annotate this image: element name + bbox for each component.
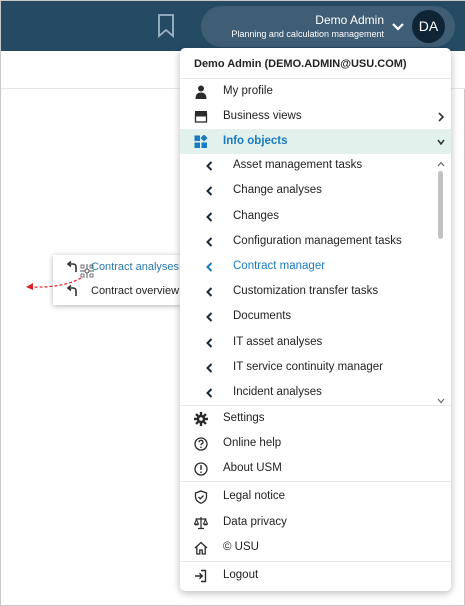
chevron-down-icon — [437, 139, 445, 146]
drag-item-label: Contract analyses — [91, 261, 180, 273]
menu-item-settings[interactable]: Settings — [180, 406, 451, 431]
menu-item-copyright-usu[interactable]: © USU — [180, 535, 451, 560]
chevron-left-icon — [206, 388, 213, 398]
return-arrow-icon — [67, 261, 77, 272]
chevron-left-icon — [206, 363, 213, 373]
info-object-item[interactable]: IT service continuity manager — [180, 355, 451, 380]
person-icon — [195, 85, 207, 99]
menu-item-label: Business views — [223, 110, 302, 122]
menu-item-label: Data privacy — [223, 516, 287, 528]
menu-header-account: Demo Admin (DEMO.ADMIN@USU.COM) — [194, 58, 407, 70]
info-object-label: Contract manager — [233, 260, 326, 272]
menu-item-label: Logout — [223, 569, 259, 581]
user-name: Demo Admin — [315, 13, 384, 27]
info-object-item[interactable]: Asset management tasks — [180, 153, 451, 178]
info-object-label: Incident analyses — [233, 386, 322, 398]
help-circle-icon — [194, 437, 208, 451]
info-object-label: Changes — [233, 210, 280, 222]
chevron-left-icon — [206, 338, 213, 348]
menu-item-legal-notice[interactable]: Legal notice — [180, 484, 451, 509]
menu-item-label: My profile — [223, 85, 273, 97]
menu-item-label: About USM — [223, 462, 282, 474]
chevron-left-icon — [206, 262, 213, 272]
user-menu-button[interactable]: Demo Admin Planning and calculation mana… — [201, 6, 455, 47]
menu-item-logout[interactable]: Logout — [180, 563, 451, 588]
menu-item-business-views[interactable]: Business views — [180, 104, 451, 129]
menu-item-label: Legal notice — [223, 490, 286, 502]
menu-item-my-profile[interactable]: My profile — [180, 79, 451, 104]
menu-item-online-help[interactable]: Online help — [180, 431, 451, 456]
info-object-label: IT asset analyses — [233, 336, 323, 348]
info-object-item[interactable]: Customization transfer tasks — [180, 279, 451, 304]
info-object-label: IT service continuity manager — [233, 361, 383, 373]
user-dropdown-menu: Demo Admin (DEMO.ADMIN@USU.COM) My profi… — [180, 48, 451, 591]
info-object-label: Documents — [233, 310, 292, 322]
bookmark-icon[interactable] — [156, 14, 176, 38]
divider — [180, 481, 451, 482]
user-role: Planning and calculation management — [231, 29, 384, 39]
menu-item-label: Online help — [223, 437, 282, 449]
avatar: DA — [412, 10, 445, 43]
info-circle-icon — [194, 462, 208, 476]
chevron-right-icon — [438, 112, 445, 122]
drag-direction-arrow-icon — [26, 277, 82, 290]
home-icon — [194, 541, 208, 555]
logout-icon — [195, 569, 207, 583]
apps-blocks-icon — [194, 135, 208, 148]
window-stack-icon — [194, 111, 208, 123]
submenu-scrollbar[interactable] — [436, 161, 446, 406]
info-object-label: Customization transfer tasks — [233, 285, 379, 297]
info-object-item[interactable]: Changes — [180, 204, 451, 229]
scale-icon — [194, 517, 208, 530]
gear-icon — [194, 412, 208, 426]
menu-item-info-objects[interactable]: Info objects — [180, 129, 451, 154]
chevron-left-icon — [206, 312, 213, 322]
info-object-item[interactable]: Incident analyses — [180, 380, 451, 405]
menu-item-data-privacy[interactable]: Data privacy — [180, 510, 451, 535]
drag-item-label: Contract overview — [91, 285, 180, 297]
info-object-item[interactable]: Documents — [180, 304, 451, 329]
info-object-item[interactable]: Change analyses — [180, 178, 451, 203]
chevron-left-icon — [206, 287, 213, 297]
info-object-item-current[interactable]: Contract manager — [180, 254, 451, 279]
info-object-item[interactable]: Configuration management tasks — [180, 229, 451, 254]
menu-item-label: Info objects — [223, 135, 288, 147]
shield-check-icon — [194, 490, 208, 504]
divider — [180, 561, 451, 562]
chevron-left-icon — [206, 212, 213, 222]
menu-item-label: © USU — [223, 541, 259, 553]
scroll-up-icon[interactable] — [437, 161, 445, 167]
scroll-down-icon[interactable] — [437, 398, 445, 404]
chevron-down-icon — [392, 23, 404, 31]
menu-item-label: Settings — [223, 412, 265, 424]
chevron-left-icon — [206, 186, 213, 196]
info-object-label: Change analyses — [233, 184, 322, 196]
chevron-left-icon — [206, 237, 213, 247]
scrollbar-thumb[interactable] — [438, 171, 443, 239]
info-object-label: Asset management tasks — [233, 159, 363, 171]
top-bar: Demo Admin Planning and calculation mana… — [1, 1, 465, 51]
info-object-item[interactable]: IT asset analyses — [180, 330, 451, 355]
info-object-label: Configuration management tasks — [233, 235, 402, 247]
chevron-left-icon — [206, 161, 213, 171]
menu-item-about-usm[interactable]: About USM — [180, 456, 451, 481]
